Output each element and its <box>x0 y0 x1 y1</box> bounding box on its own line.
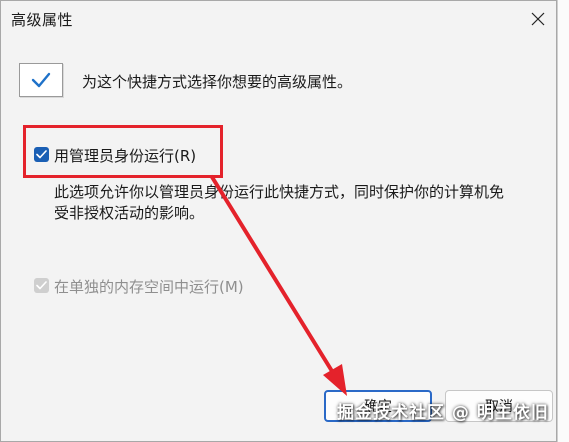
run-as-admin-label[interactable]: 用管理员身份运行(R) <box>54 145 196 166</box>
separate-memory-checkbox <box>34 278 49 293</box>
advanced-properties-dialog: 高级属性 为这个快捷方式选择你想要的高级属性。 用管理员身份运行(R) 此选项允… <box>0 0 557 442</box>
checkmark-icon <box>36 281 47 290</box>
run-as-admin-description: 此选项允许你以管理员身份运行此快捷方式，同时保护你的计算机免受非授权活动的影响。 <box>54 183 505 222</box>
dialog-title: 高级属性 <box>11 11 74 29</box>
title-bar: 高级属性 <box>1 1 556 37</box>
watermark: 掘金技术社区 @ 明主依旧 <box>337 403 549 423</box>
separate-memory-label: 在单独的内存空间中运行(M) <box>54 278 244 296</box>
run-as-admin-checkbox[interactable] <box>34 147 49 162</box>
background-strip <box>557 0 569 442</box>
close-icon <box>531 12 545 26</box>
intro-text: 为这个快捷方式选择你想要的高级属性。 <box>82 73 353 91</box>
checkmark-icon <box>19 63 63 97</box>
checkmark-icon <box>36 150 47 159</box>
close-button[interactable] <box>524 5 552 33</box>
